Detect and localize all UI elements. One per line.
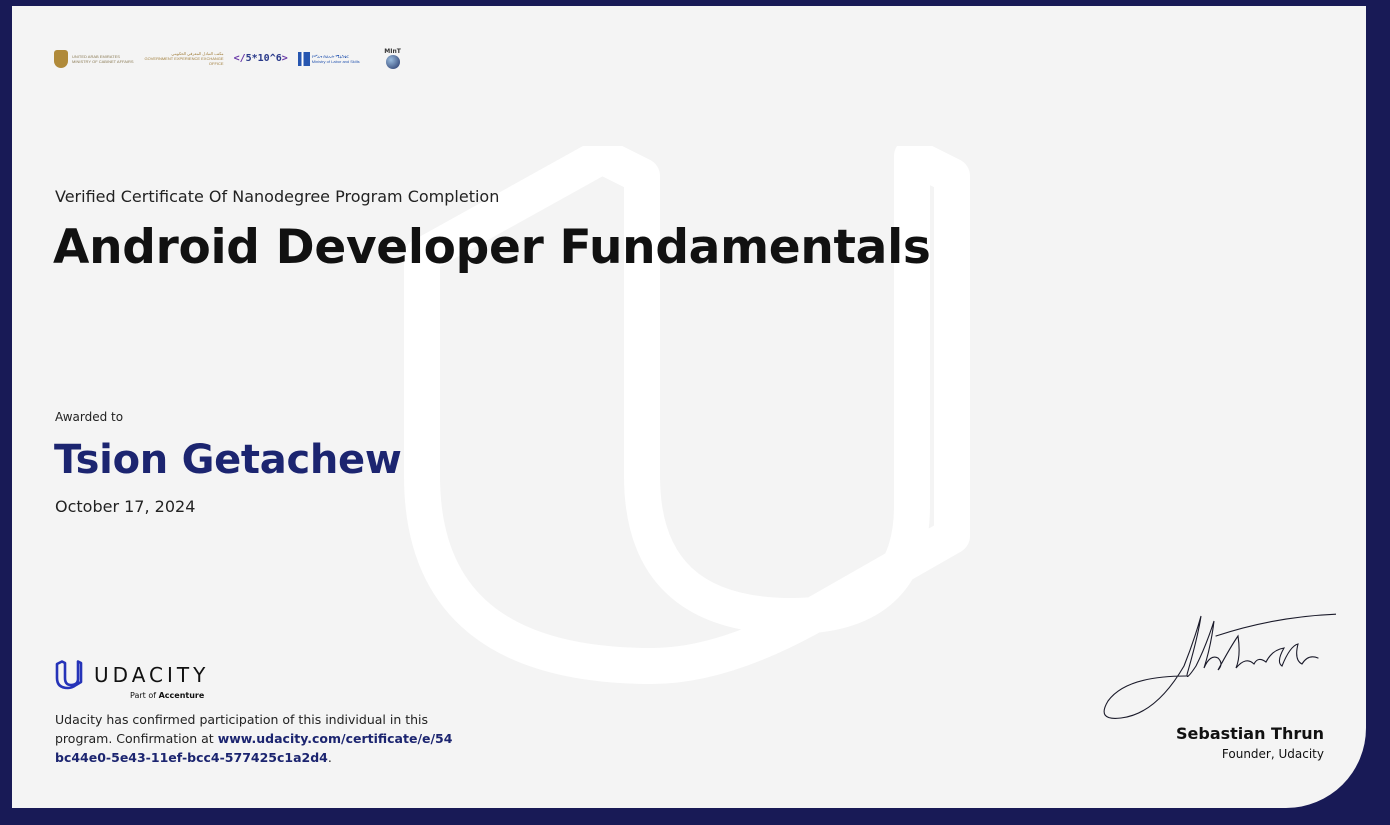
part-of-prefix: Part of (130, 691, 159, 700)
coders-logo-text: 5*10^6 (245, 53, 282, 64)
uae-logo: UNITED ARAB EMIRATES MINISTRY OF CABINET… (54, 49, 134, 68)
mols-logo-line2: Ministry of Labor and Skills (311, 58, 360, 64)
mols-logo: የሥራና ክህሎት ሚኒስቴር Ministry of Labor and Sk… (297, 51, 360, 66)
gov-exchange-sub: GOVERNMENT EXPERIENCE EXCHANGE OFFICE (144, 56, 224, 66)
mint-logo: MInT (370, 48, 416, 69)
uae-logo-line2: MINISTRY OF CABINET AFFAIRS (72, 58, 134, 64)
completion-date: October 17, 2024 (55, 497, 196, 516)
mint-logo-text: MInT (384, 48, 401, 55)
confirmation-suffix: . (327, 750, 332, 765)
part-of-accenture: Part of Accenture (130, 691, 209, 700)
udacity-logo-icon (55, 660, 83, 690)
signature-image (1103, 613, 1336, 719)
globe-icon (385, 55, 400, 69)
partner-logos: UNITED ARAB EMIRATES MINISTRY OF CABINET… (54, 48, 416, 69)
gov-exchange-logo: مكتب التبادل المعرفي الحكومي GOVERNMENT … (144, 51, 224, 66)
signatory: Sebastian Thrun Founder, Udacity (1176, 724, 1324, 761)
udacity-wordmark: UDACITY (94, 663, 210, 687)
recipient-name: Tsion Getachew (54, 437, 402, 483)
certificate-subtitle: Verified Certificate Of Nanodegree Progr… (55, 187, 500, 206)
confirmation-text: Udacity has confirmed participation of t… (55, 710, 455, 767)
signatory-name: Sebastian Thrun (1175, 724, 1324, 743)
mols-mark-icon (297, 51, 310, 66)
udacity-brand: UDACITY Part of Accenture (54, 659, 209, 700)
uae-emblem-icon (54, 49, 68, 68)
program-title: Android Developer Fundamentals (53, 220, 931, 275)
5-million-coders-logo: </5*10^6> (233, 53, 288, 64)
certificate-card: UNITED ARAB EMIRATES MINISTRY OF CABINET… (12, 6, 1366, 808)
signatory-role: Founder, Udacity (1221, 747, 1324, 761)
awarded-to-label: Awarded to (55, 410, 124, 424)
accenture-brand: Accenture (158, 691, 205, 700)
